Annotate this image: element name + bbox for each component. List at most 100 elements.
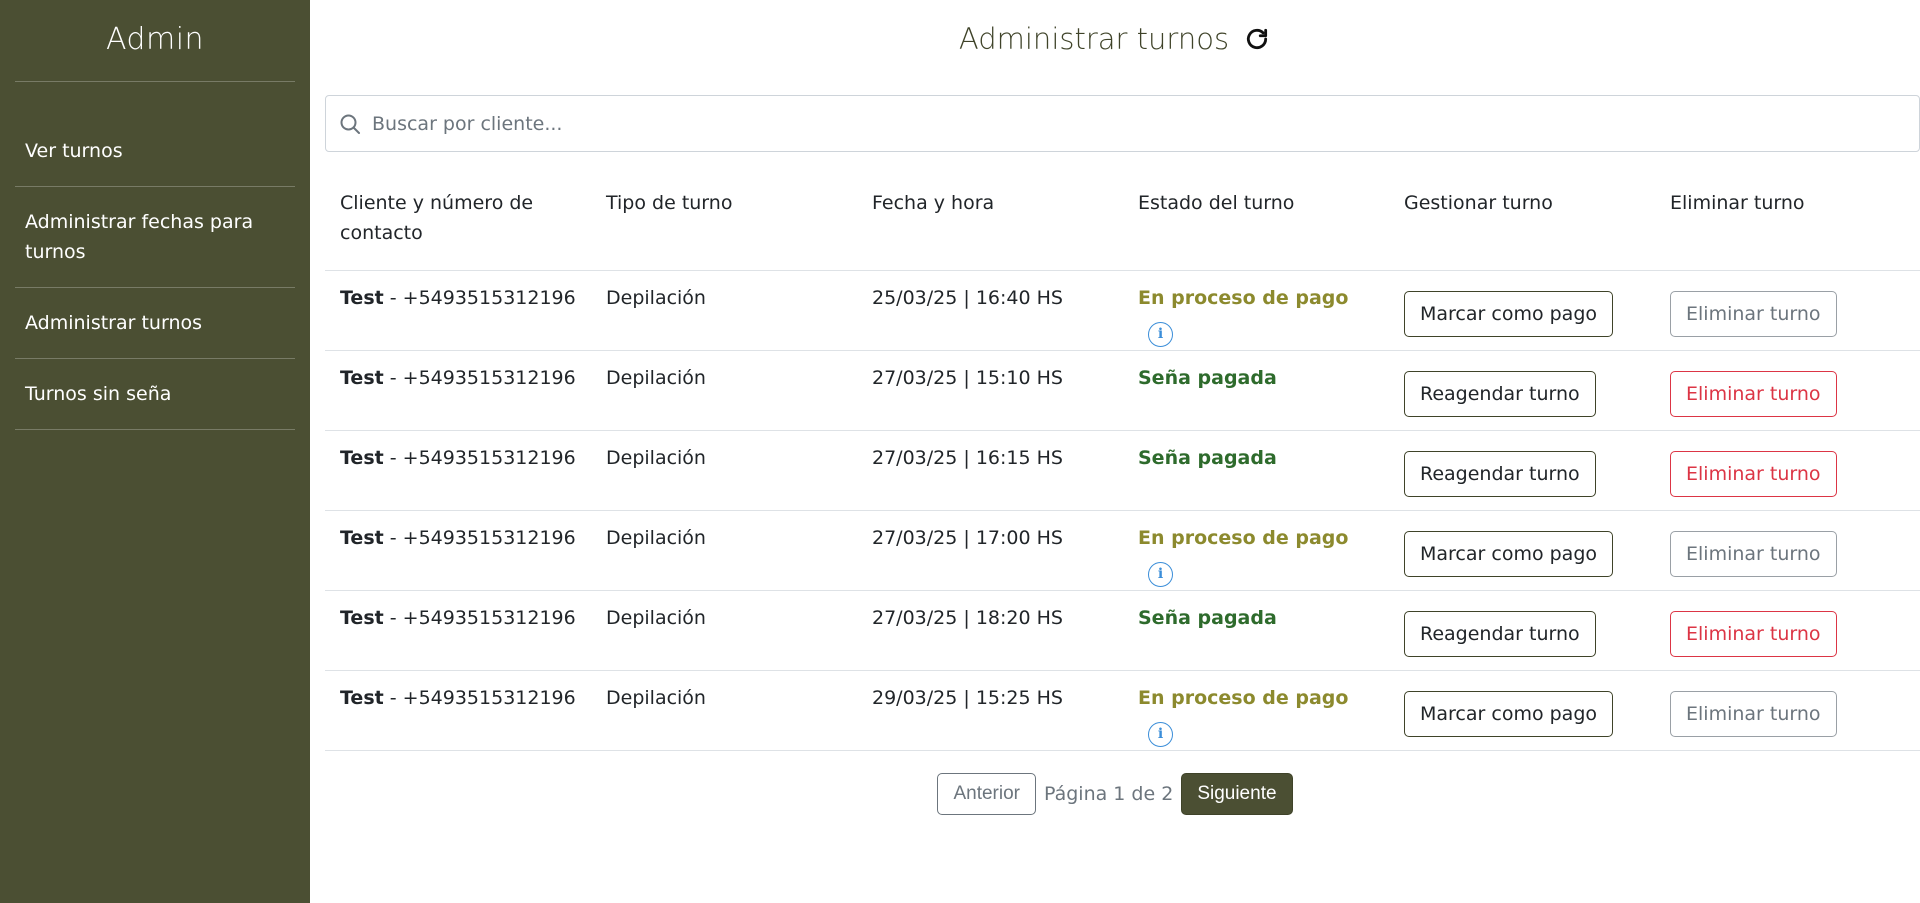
cell-datetime: 25/03/25 | 16:40 HS (857, 270, 1123, 351)
delete-appointment-button[interactable]: Eliminar turno (1670, 531, 1837, 577)
cell-datetime: 27/03/25 | 16:15 HS (857, 430, 1123, 511)
client-phone: - +5493515312196 (383, 527, 576, 549)
mark-as-paid-button[interactable]: Marcar como pago (1404, 531, 1614, 577)
client-name: Test (340, 447, 384, 469)
cell-delete: Eliminar turno (1655, 350, 1920, 431)
sidebar-item-turnos-sin-sena[interactable]: Turnos sin seña (15, 359, 295, 430)
cell-manage: Reagendar turno (1389, 350, 1655, 431)
cell-type: Depilación (591, 430, 857, 511)
column-header-state: Estado del turno (1123, 180, 1389, 271)
client-name: Test (340, 607, 384, 629)
client-phone: - +5493515312196 (383, 447, 576, 469)
column-header-client: Cliente y número de contacto (325, 180, 591, 271)
column-header-type: Tipo de turno (591, 180, 857, 271)
next-page-button[interactable]: Siguiente (1181, 773, 1293, 815)
table-row: Test - +5493515312196 Depilación 27/03/25 … (325, 350, 1920, 431)
cell-client: Test - +5493515312196 (325, 350, 591, 431)
cell-manage: Marcar como pago (1389, 510, 1655, 591)
column-header-datetime: Fecha y hora (857, 180, 1123, 271)
cell-manage: Reagendar turno (1389, 430, 1655, 511)
cell-delete: Eliminar turno (1655, 510, 1920, 591)
cell-manage: Marcar como pago (1389, 670, 1655, 751)
cell-datetime: 27/03/25 | 15:10 HS (857, 350, 1123, 431)
cell-state: Seña pagada (1123, 430, 1389, 511)
cell-type: Depilación (591, 510, 857, 591)
delete-appointment-button[interactable]: Eliminar turno (1670, 611, 1837, 657)
pagination: Anterior Página 1 de 2 Siguiente (310, 773, 1920, 815)
sidebar-nav: Ver turnos Administrar fechas para turno… (0, 116, 310, 430)
main-content: Administrar turnos Cliente y númer (310, 0, 1920, 903)
cell-state: En proceso de pago i (1123, 270, 1389, 351)
cell-client: Test - +5493515312196 (325, 590, 591, 671)
column-header-delete: Eliminar turno (1655, 180, 1920, 271)
previous-page-button[interactable]: Anterior (937, 773, 1036, 815)
client-phone: - +5493515312196 (383, 607, 576, 629)
delete-appointment-button[interactable]: Eliminar turno (1670, 371, 1837, 417)
state-label: Seña pagada (1138, 367, 1277, 389)
page-indicator: Página 1 de 2 (1043, 783, 1174, 805)
table-row: Test - +5493515312196 Depilación 27/03/25 … (325, 430, 1920, 511)
cell-datetime: 27/03/25 | 18:20 HS (857, 590, 1123, 671)
sidebar: Admin Ver turnos Administrar fechas para… (0, 0, 310, 903)
info-icon[interactable]: i (1148, 721, 1173, 747)
sidebar-item-administrar-turnos[interactable]: Administrar turnos (15, 288, 295, 359)
search-icon (338, 112, 362, 136)
client-name: Test (340, 287, 384, 309)
delete-appointment-button[interactable]: Eliminar turno (1670, 451, 1837, 497)
client-phone: - +5493515312196 (383, 367, 576, 389)
cell-manage: Marcar como pago (1389, 270, 1655, 351)
state-label: En proceso de pago (1138, 687, 1349, 709)
client-name: Test (340, 367, 384, 389)
cell-client: Test - +5493515312196 (325, 270, 591, 351)
table-row: Test - +5493515312196 Depilación 25/03/25 … (325, 270, 1920, 351)
table-row: Test - +5493515312196 Depilación 27/03/25 … (325, 510, 1920, 591)
appointments-table: Cliente y número de contacto Tipo de tur… (325, 180, 1920, 751)
cell-type: Depilación (591, 270, 857, 351)
cell-state: Seña pagada (1123, 350, 1389, 431)
mark-as-paid-button[interactable]: Marcar como pago (1404, 691, 1614, 737)
cell-delete: Eliminar turno (1655, 670, 1920, 751)
cell-client: Test - +5493515312196 (325, 430, 591, 511)
table-row: Test - +5493515312196 Depilación 27/03/25 … (325, 590, 1920, 671)
state-label: Seña pagada (1138, 607, 1277, 629)
cell-client: Test - +5493515312196 (325, 510, 591, 591)
sidebar-item-ver-turnos[interactable]: Ver turnos (15, 116, 295, 187)
mark-as-paid-button[interactable]: Marcar como pago (1404, 291, 1614, 337)
cell-manage: Reagendar turno (1389, 590, 1655, 671)
client-name: Test (340, 527, 384, 549)
delete-appointment-button[interactable]: Eliminar turno (1670, 291, 1837, 337)
cell-delete: Eliminar turno (1655, 430, 1920, 511)
cell-datetime: 29/03/25 | 15:25 HS (857, 670, 1123, 751)
cell-state: En proceso de pago i (1123, 670, 1389, 751)
reschedule-button[interactable]: Reagendar turno (1404, 451, 1596, 497)
cell-delete: Eliminar turno (1655, 590, 1920, 671)
cell-type: Depilación (591, 670, 857, 751)
reschedule-button[interactable]: Reagendar turno (1404, 371, 1596, 417)
search-box (325, 95, 1920, 152)
table-row: Test - +5493515312196 Depilación 29/03/25 … (325, 670, 1920, 751)
state-label: Seña pagada (1138, 447, 1277, 469)
refresh-icon[interactable] (1243, 25, 1271, 53)
cell-type: Depilación (591, 350, 857, 431)
delete-appointment-button[interactable]: Eliminar turno (1670, 691, 1837, 737)
info-icon[interactable]: i (1148, 561, 1173, 587)
cell-delete: Eliminar turno (1655, 270, 1920, 351)
client-phone: - +5493515312196 (383, 687, 576, 709)
state-label: En proceso de pago (1138, 527, 1349, 549)
table-header-row: Cliente y número de contacto Tipo de tur… (325, 180, 1920, 271)
cell-client: Test - +5493515312196 (325, 670, 591, 751)
reschedule-button[interactable]: Reagendar turno (1404, 611, 1596, 657)
search-input[interactable] (372, 112, 1919, 135)
cell-datetime: 27/03/25 | 17:00 HS (857, 510, 1123, 591)
cell-state: Seña pagada (1123, 590, 1389, 671)
page-title: Administrar turnos (958, 22, 1230, 56)
cell-type: Depilación (591, 590, 857, 671)
client-phone: - +5493515312196 (383, 287, 576, 309)
state-label: En proceso de pago (1138, 287, 1349, 309)
info-icon[interactable]: i (1148, 321, 1173, 347)
page-header: Administrar turnos (310, 22, 1920, 56)
cell-state: En proceso de pago i (1123, 510, 1389, 591)
sidebar-item-administrar-fechas[interactable]: Administrar fechas para turnos (15, 187, 295, 288)
sidebar-title: Admin (15, 0, 295, 82)
column-header-manage: Gestionar turno (1389, 180, 1655, 271)
